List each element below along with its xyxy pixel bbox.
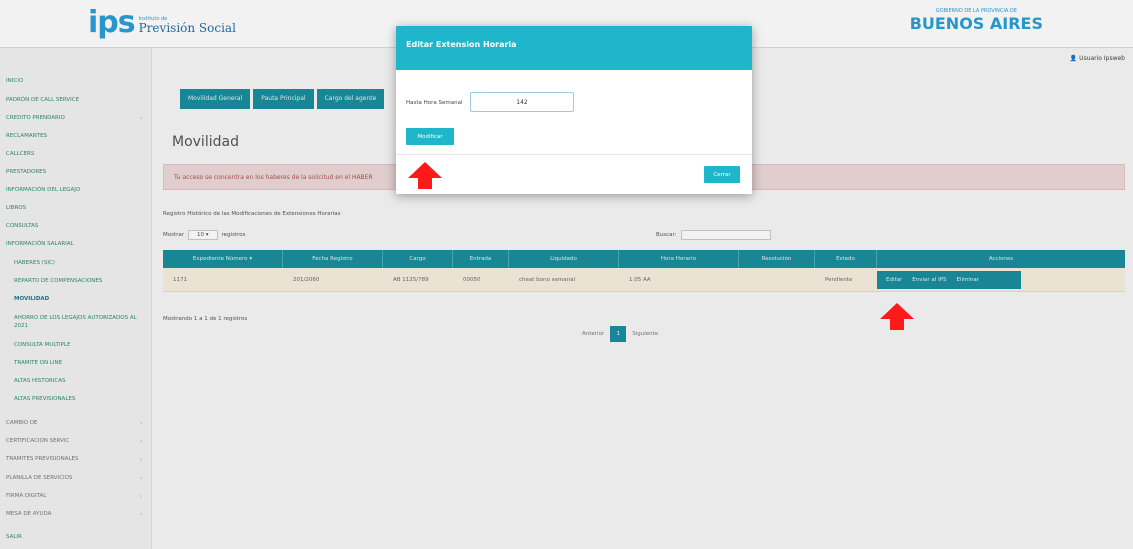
field-label: Hasta Hora Semanal: [406, 100, 463, 106]
modal-header: Editar Extension Horaria: [396, 26, 752, 70]
modify-button[interactable]: Modificar: [406, 128, 454, 145]
modal-divider: [396, 154, 752, 155]
modal-title: Editar Extension Horaria: [406, 40, 517, 49]
red-arrow-icon: [408, 162, 442, 178]
edit-extension-modal: Editar Extension Horaria Hasta Hora Sema…: [396, 26, 752, 194]
red-arrow-shaft: [418, 178, 432, 189]
red-arrow-shaft: [890, 319, 904, 330]
red-arrow-icon: [880, 303, 914, 319]
close-button[interactable]: Cerrar: [704, 166, 740, 183]
weekly-hours-input[interactable]: [470, 92, 574, 112]
